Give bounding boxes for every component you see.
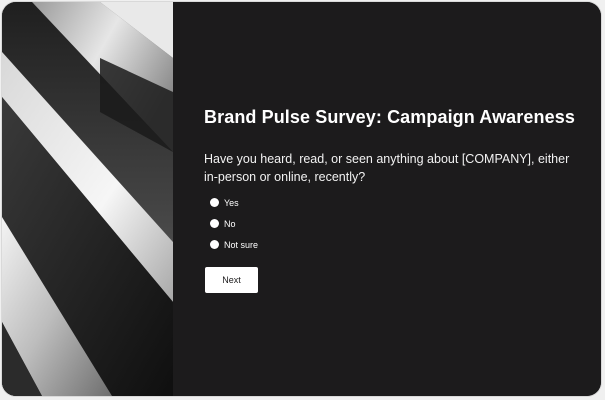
option-label: No (224, 218, 236, 229)
option-label: Yes (224, 197, 239, 208)
answer-options: Yes No Not sure (210, 192, 258, 255)
survey-card: Brand Pulse Survey: Campaign Awareness H… (2, 2, 601, 396)
option-not-sure[interactable]: Not sure (210, 234, 258, 255)
next-button[interactable]: Next (205, 267, 258, 293)
option-no[interactable]: No (210, 213, 258, 234)
abstract-diagonal-stripes-image (2, 2, 173, 396)
radio-unselected-icon[interactable] (210, 240, 219, 249)
survey-title: Brand Pulse Survey: Campaign Awareness (204, 107, 575, 127)
survey-question: Have you heard, read, or seen anything a… (204, 152, 570, 184)
radio-unselected-icon[interactable] (210, 198, 219, 207)
survey-panel: Brand Pulse Survey: Campaign Awareness H… (173, 2, 601, 396)
radio-unselected-icon[interactable] (210, 219, 219, 228)
option-yes[interactable]: Yes (210, 192, 258, 213)
option-label: Not sure (224, 239, 259, 250)
